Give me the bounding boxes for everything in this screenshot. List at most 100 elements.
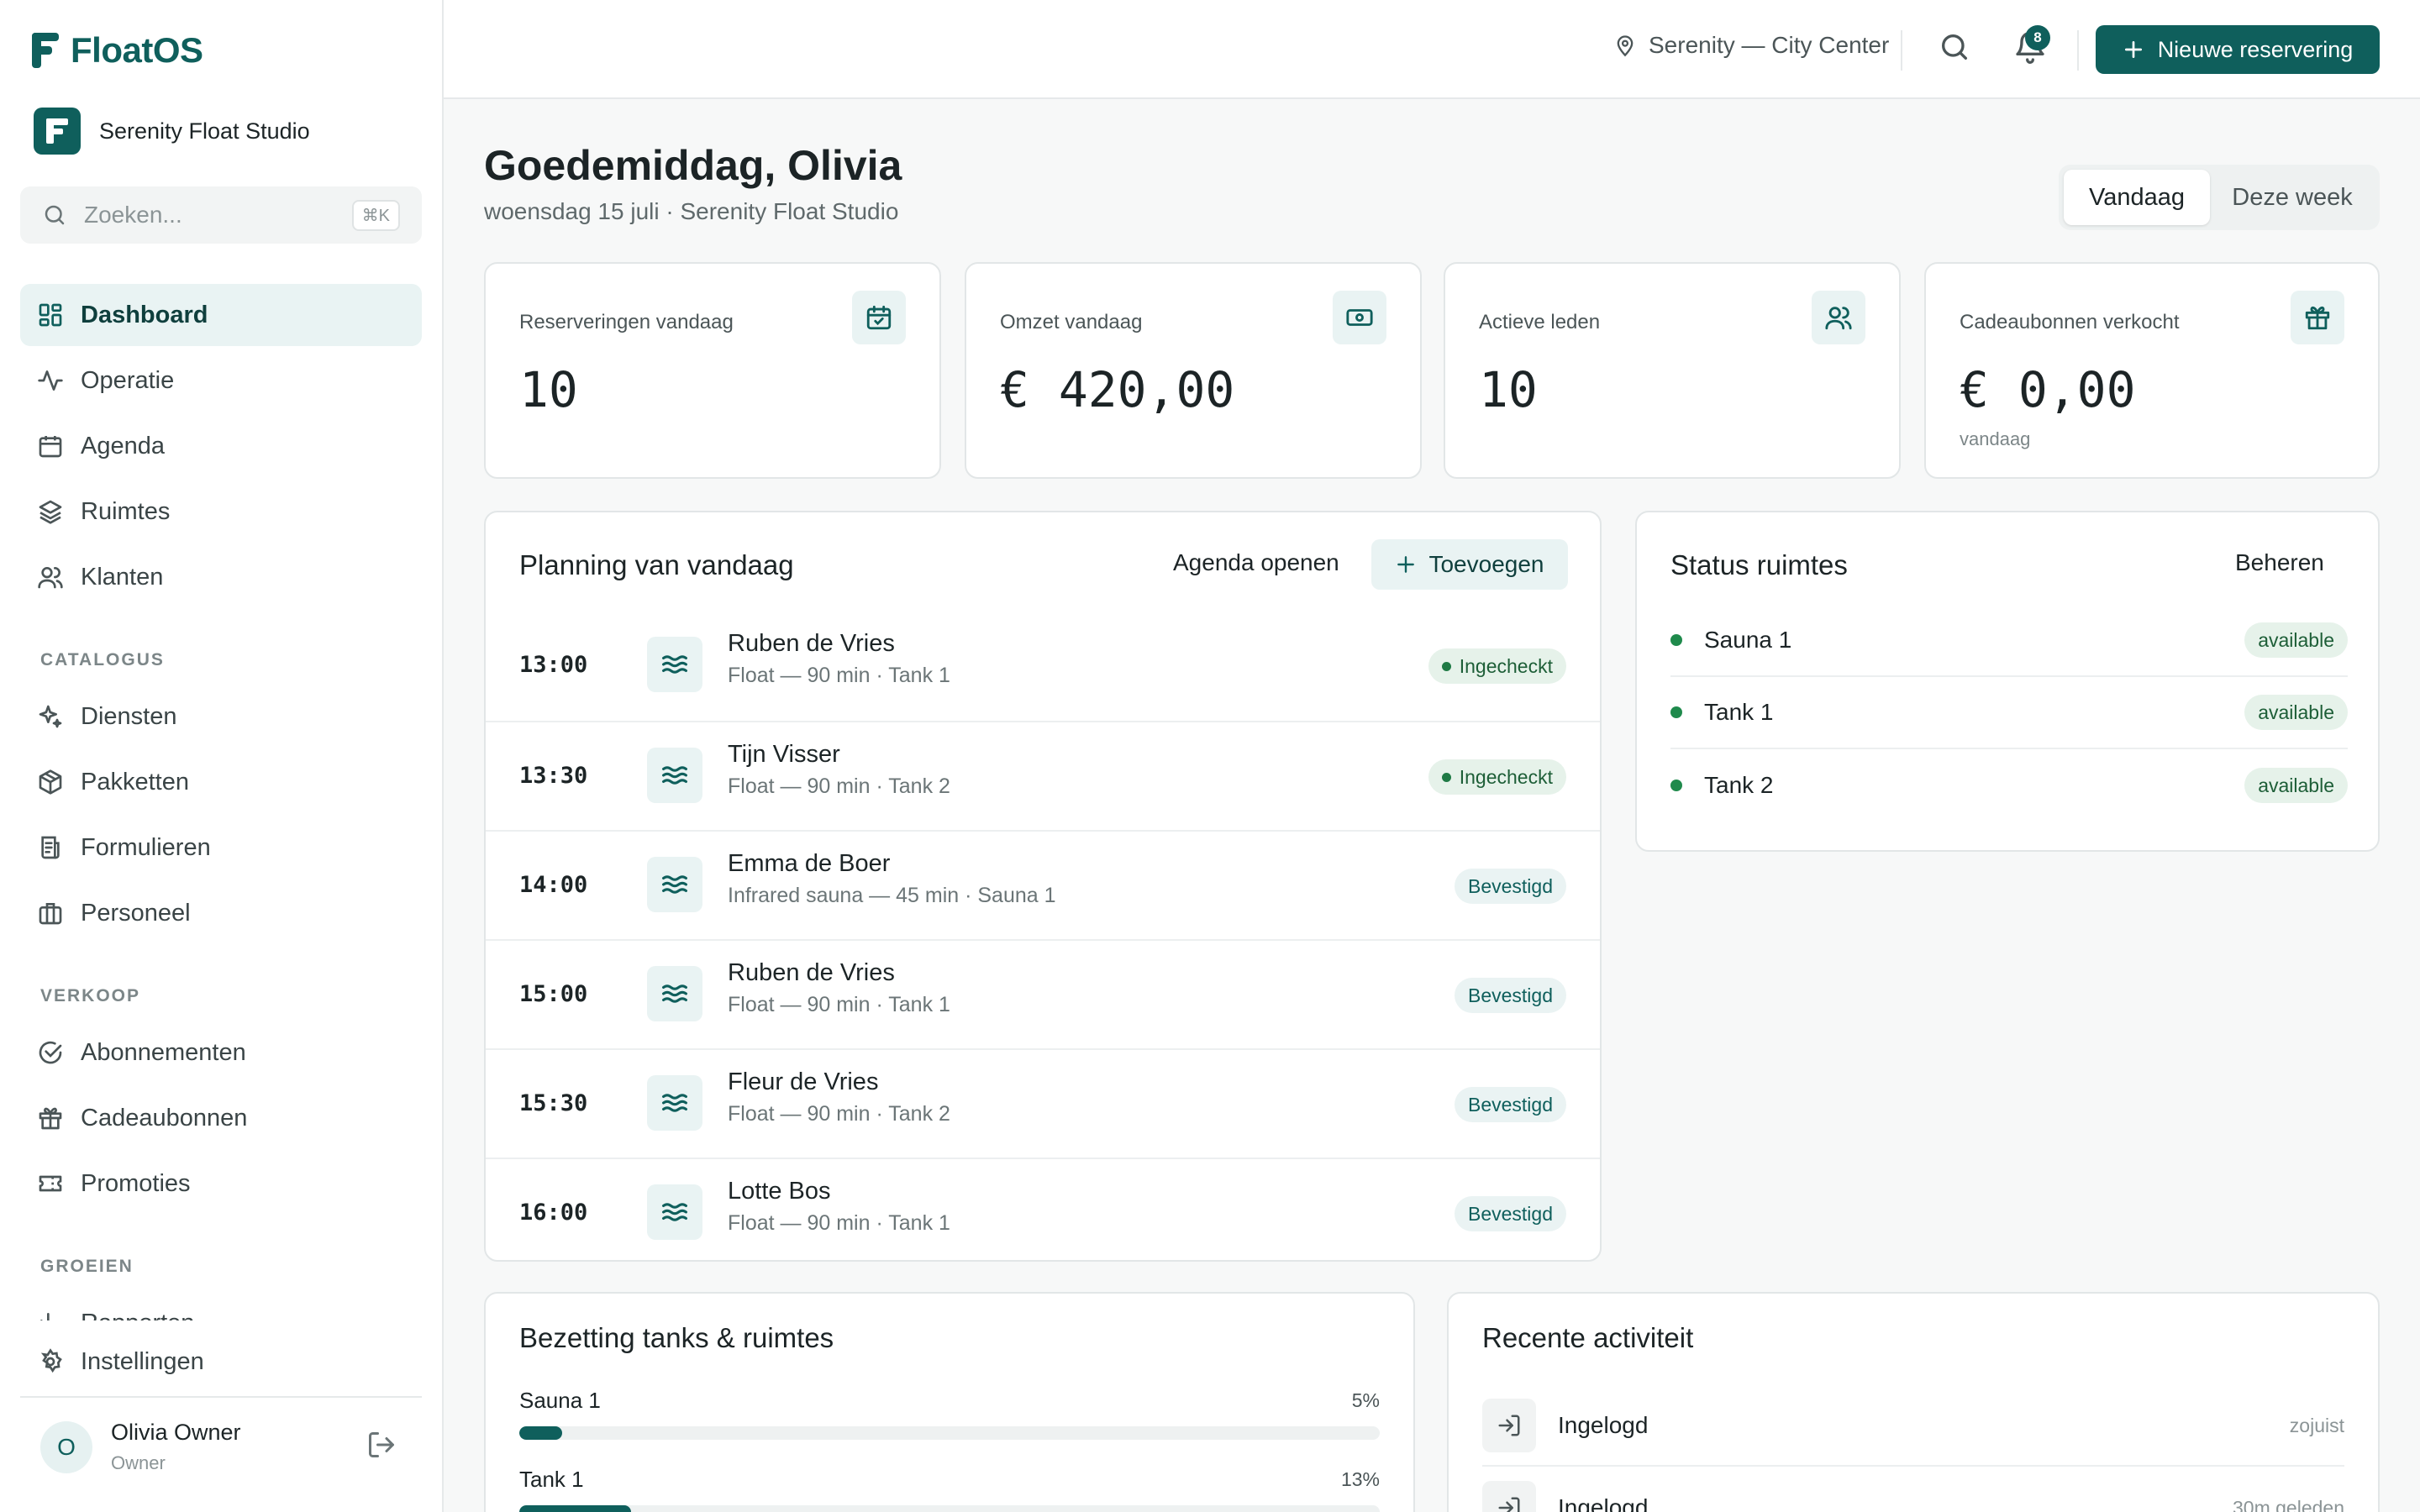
user-name: Olivia Owner xyxy=(111,1420,241,1445)
client-name: Ruben de Vries xyxy=(728,959,895,986)
map-pin-icon xyxy=(1617,35,1634,57)
studio-switcher[interactable]: Serenity Float Studio xyxy=(34,108,310,155)
activity-card: Recente activiteit Ingelogd zojuist Ingelo… xyxy=(1447,1292,2380,1512)
login-icon xyxy=(1482,1399,1536,1452)
status-dot-icon xyxy=(1441,772,1451,782)
open-agenda-button[interactable]: Agenda openen xyxy=(1173,549,1339,576)
sidebar-item-label: Agenda xyxy=(81,432,165,459)
status-label: Bevestigd xyxy=(1467,1093,1553,1116)
ticket-icon xyxy=(39,1175,62,1192)
activity-label: Ingelogd xyxy=(1558,1412,1649,1438)
add-booking-button[interactable]: Toevoegen xyxy=(1371,539,1568,590)
schedule-row[interactable]: 14:00 Emma de Boer Infrared sauna — 45 min… xyxy=(486,830,1600,939)
location-label: Serenity — City Center xyxy=(1649,32,1890,58)
sidebar-item-label: Abonnementen xyxy=(81,1038,246,1066)
activity-title: Recente activiteit xyxy=(1482,1322,1694,1353)
sidebar-item-klanten[interactable]: Klanten xyxy=(20,546,422,608)
sidebar-item-label: Instellingen xyxy=(81,1347,204,1375)
sidebar-item-abonnementen[interactable]: Abonnementen xyxy=(20,1021,422,1084)
status-label: Bevestigd xyxy=(1467,984,1553,1006)
sidebar-item-operatie[interactable]: Operatie xyxy=(20,349,422,412)
sparkles-icon xyxy=(39,705,62,728)
sidebar-item-agenda[interactable]: Agenda xyxy=(20,415,422,477)
status-badge: Ingecheckt xyxy=(1428,759,1566,795)
schedule-row[interactable]: 13:30 Tijn Visser Float — 90 min · Tank 2 I… xyxy=(486,721,1600,830)
status-label: Ingecheckt xyxy=(1459,765,1553,788)
room-row[interactable]: Tank 2 available xyxy=(1670,749,2348,822)
sidebar-item-diensten[interactable]: Diensten xyxy=(20,685,422,748)
location-selector[interactable]: Serenity — City Center xyxy=(1613,32,1889,59)
user-profile[interactable]: O Olivia Owner Owner xyxy=(40,1420,241,1474)
activity-row[interactable]: Ingelogd zojuist xyxy=(1482,1386,2344,1467)
room-row[interactable]: Tank 1 available xyxy=(1670,677,2348,749)
range-option-today[interactable]: Vandaag xyxy=(2064,170,2210,225)
client-name: Ruben de Vries xyxy=(728,630,895,657)
status-dot-icon xyxy=(1670,706,1682,718)
room-name: Sauna 1 xyxy=(1704,627,1792,653)
room-name: Tank 2 xyxy=(1704,772,1774,798)
activity-label: Ingelogd xyxy=(1558,1494,1649,1512)
booking-meta: Float — 90 min · Tank 1 xyxy=(728,664,950,687)
occupancy-title: Bezetting tanks & ruimtes xyxy=(519,1322,834,1353)
room-name: Tank 1 xyxy=(1704,699,1774,725)
stat-card-giftcards[interactable]: Cadeaubonnen verkocht € 0,00 vandaag xyxy=(1924,262,2380,479)
brand-name: FloatOS xyxy=(71,30,203,70)
search-icon xyxy=(1942,34,1967,60)
schedule-title: Planning van vandaag xyxy=(519,549,794,580)
sidebar-item-ruimtes[interactable]: Ruimtes xyxy=(20,480,422,543)
schedule-row[interactable]: 13:00 Ruben de Vries Float — 90 min · Tank… xyxy=(486,612,1600,721)
occupancy-percent: 13% xyxy=(1340,1468,1380,1490)
stat-value: 10 xyxy=(519,361,578,418)
activity-time: zojuist xyxy=(2289,1414,2344,1436)
sidebar-item-pakketten[interactable]: Pakketten xyxy=(20,751,422,813)
activity-icon xyxy=(38,370,63,391)
logout-button[interactable] xyxy=(366,1430,397,1464)
room-row[interactable]: Sauna 1 available xyxy=(1670,605,2348,677)
search-input[interactable]: Zoeken... ⌘K xyxy=(20,186,422,244)
occupancy-bar xyxy=(519,1505,1380,1512)
gift-icon xyxy=(39,1107,62,1130)
stat-label: Actieve leden xyxy=(1479,311,1601,333)
stat-card-revenue[interactable]: Omzet vandaag € 420,00 xyxy=(965,262,1422,479)
sidebar-item-rapporten[interactable]: Rapporten xyxy=(20,1292,422,1320)
stat-value: € 420,00 xyxy=(1000,361,1235,418)
sidebar-item-formulieren[interactable]: Formulieren xyxy=(20,816,422,879)
manage-rooms-button[interactable]: Beheren xyxy=(2235,549,2324,576)
sidebar-item-personeel[interactable]: Personeel xyxy=(20,882,422,944)
sidebar-item-promoties[interactable]: Promoties xyxy=(20,1152,422,1215)
activity-row[interactable]: Ingelogd 30m geleden xyxy=(1482,1468,2344,1512)
schedule-time: 15:30 xyxy=(519,1090,588,1116)
forms-icon xyxy=(41,836,60,859)
schedule-row[interactable]: 15:00 Ruben de Vries Float — 90 min · Tank… xyxy=(486,939,1600,1048)
sidebar-item-cadeaubonnen[interactable]: Cadeaubonnen xyxy=(20,1087,422,1149)
booking-meta: Float — 90 min · Tank 2 xyxy=(728,1102,950,1126)
waves-icon xyxy=(647,748,702,803)
stat-card-members[interactable]: Actieve leden 10 xyxy=(1444,262,1901,479)
gear-icon xyxy=(40,1348,62,1373)
new-booking-button[interactable]: Nieuwe reservering xyxy=(2096,25,2380,74)
status-label: Ingecheckt xyxy=(1459,654,1553,677)
stat-label: Cadeaubonnen verkocht xyxy=(1960,311,2180,333)
search-button[interactable] xyxy=(1938,30,1971,68)
check-circle-icon xyxy=(39,1041,62,1064)
sidebar-item-label: Diensten xyxy=(81,702,177,730)
room-status-badge: available xyxy=(2244,768,2348,803)
client-name: Lotte Bos xyxy=(728,1178,831,1205)
sidebar-item-label: Rapporten xyxy=(81,1310,194,1321)
logo-mark-icon xyxy=(32,33,59,68)
stat-card-bookings[interactable]: Reserveringen vandaag 10 xyxy=(484,262,941,479)
occupancy-label: Tank 1 xyxy=(519,1467,584,1492)
schedule-row[interactable]: 15:30 Fleur de Vries Float — 90 min · Tank… xyxy=(486,1048,1600,1158)
studio-logo-icon xyxy=(34,108,81,155)
sidebar-scroll-clip: Rapporten xyxy=(20,1292,422,1320)
room-status-badge: available xyxy=(2244,622,2348,658)
sidebar-item-instellingen[interactable]: Instellingen xyxy=(20,1331,422,1393)
schedule-row[interactable]: 16:00 Lotte Bos Float — 90 min · Tank 1 Bev… xyxy=(486,1158,1600,1267)
search-placeholder: Zoeken... xyxy=(84,202,182,228)
stat-value: € 0,00 xyxy=(1960,361,2136,418)
app-logo[interactable]: FloatOS xyxy=(32,30,203,71)
layers-icon xyxy=(39,500,62,524)
login-icon xyxy=(1482,1481,1536,1512)
sidebar-item-dashboard[interactable]: Dashboard xyxy=(20,284,422,346)
range-option-week[interactable]: Deze week xyxy=(2210,170,2375,225)
